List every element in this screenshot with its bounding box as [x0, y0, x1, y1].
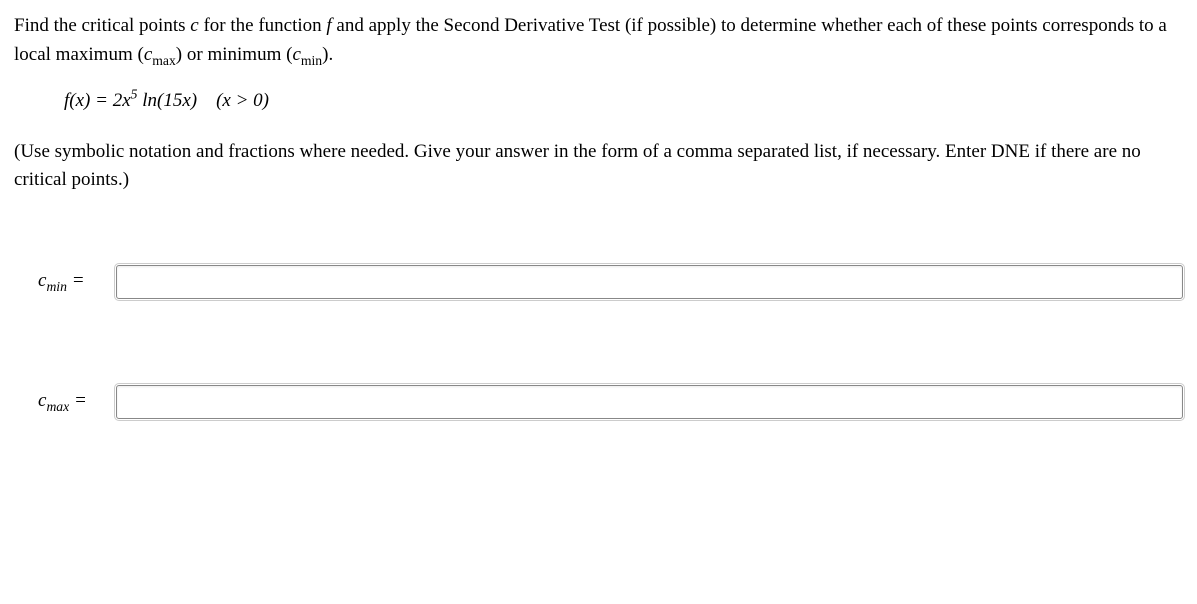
cmax-input[interactable] [116, 385, 1183, 419]
cmin-input[interactable] [116, 265, 1183, 299]
cmax-sub-label: max [46, 399, 69, 414]
cmax-var: c [144, 44, 152, 65]
cmax-row: cmax = [14, 385, 1183, 419]
instruction-text: (Use symbolic notation and fractions whe… [14, 138, 1183, 195]
formula-open: (x) = 2x [69, 90, 130, 111]
cmin-eq: = [67, 270, 85, 291]
problem-statement: Find the critical points c for the funct… [14, 12, 1183, 69]
cmax-sub: max [152, 52, 176, 67]
cmax-label: cmax = [38, 387, 102, 416]
cmin-sub: min [301, 52, 322, 67]
cmin-sub-label: min [46, 279, 67, 294]
text-part: ) or minimum ( [176, 44, 293, 65]
var-c: c [190, 15, 198, 36]
formula-mid: ln(15x) (x > 0) [137, 90, 269, 111]
text-part: Find the critical points [14, 15, 190, 36]
cmin-var: c [292, 44, 300, 65]
formula: f(x) = 2x5 ln(15x) (x > 0) [64, 87, 1183, 116]
text-part: ). [322, 44, 333, 65]
cmax-eq: = [69, 390, 87, 411]
cmin-row: cmin = [14, 265, 1183, 299]
cmin-label: cmin = [38, 267, 102, 296]
text-part: for the function [199, 15, 327, 36]
